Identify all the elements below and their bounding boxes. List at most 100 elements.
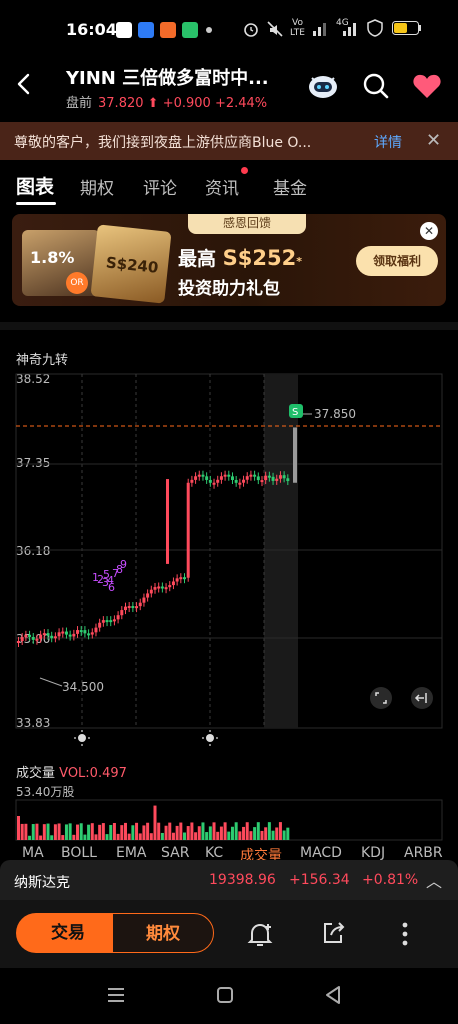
volume-bar bbox=[186, 826, 190, 840]
volume-bar bbox=[142, 825, 146, 840]
fullscreen-icon[interactable] bbox=[370, 687, 392, 709]
candle-body bbox=[146, 593, 150, 598]
candle-body bbox=[271, 476, 275, 481]
app-notification-icon bbox=[160, 22, 176, 38]
volume-bar bbox=[179, 822, 183, 840]
chevron-up-icon[interactable]: ︿ bbox=[426, 868, 442, 892]
indicator-arbr[interactable]: ARBR bbox=[404, 845, 443, 861]
sell-signal-letter: S bbox=[292, 407, 298, 418]
candle-body bbox=[123, 606, 127, 611]
candle-body bbox=[249, 474, 253, 477]
candle-body bbox=[135, 606, 139, 609]
indicator-ema[interactable]: EMA bbox=[116, 845, 147, 861]
volume-bar bbox=[190, 822, 194, 840]
premarket-shade bbox=[264, 374, 298, 728]
volume-bar bbox=[245, 822, 249, 840]
price-alert-bell-icon[interactable] bbox=[246, 920, 274, 948]
candle-body bbox=[264, 475, 268, 481]
candle-body bbox=[149, 589, 153, 594]
candle-body bbox=[76, 630, 80, 634]
more-menu-icon[interactable] bbox=[398, 920, 412, 948]
options-button[interactable]: 期权 bbox=[112, 913, 214, 953]
indicator-kc[interactable]: KC bbox=[205, 845, 223, 861]
volume-bar bbox=[219, 826, 223, 840]
indicator-boll[interactable]: BOLL bbox=[61, 845, 97, 861]
stock-title: YINN 三倍做多富时中... bbox=[66, 68, 269, 89]
volte-indicator: Vo LTE bbox=[290, 18, 305, 38]
volume-bar bbox=[112, 822, 116, 840]
volume-bar bbox=[76, 824, 80, 840]
home-icon[interactable] bbox=[216, 986, 234, 1004]
candle-body bbox=[223, 474, 227, 477]
active-tab-underline bbox=[16, 202, 56, 205]
share-icon[interactable] bbox=[320, 920, 346, 946]
volume-bar bbox=[223, 822, 227, 840]
close-icon[interactable]: ✕ bbox=[420, 222, 438, 240]
volume-bar bbox=[127, 833, 131, 840]
candle-body bbox=[68, 634, 72, 637]
volume-bar bbox=[197, 826, 201, 840]
td-label: 6 bbox=[108, 581, 115, 594]
volume-bar bbox=[242, 826, 246, 840]
session-label: 盘前 bbox=[66, 96, 93, 111]
tab-funds[interactable]: 基金 bbox=[273, 174, 307, 199]
candle-body bbox=[216, 479, 220, 483]
signal-icon bbox=[313, 23, 326, 36]
back-nav-icon[interactable] bbox=[324, 985, 342, 1005]
favorite-heart-icon[interactable] bbox=[412, 73, 442, 99]
price-change-pct: +2.44% bbox=[214, 96, 268, 111]
chart-gridlines bbox=[81, 374, 265, 728]
candle-body bbox=[94, 627, 98, 633]
tab-chart[interactable]: 图表 bbox=[16, 172, 54, 199]
reset-view-icon[interactable] bbox=[411, 687, 433, 709]
tab-options[interactable]: 期权 bbox=[80, 174, 114, 199]
indicator-ma[interactable]: MA bbox=[22, 845, 44, 861]
candle-body bbox=[42, 633, 46, 636]
candle-body bbox=[278, 475, 282, 479]
volume-bar bbox=[146, 822, 150, 840]
candle-body bbox=[153, 587, 157, 590]
volume-bar bbox=[20, 823, 24, 840]
candle-body bbox=[267, 475, 271, 478]
volume-bar bbox=[64, 824, 68, 840]
volume-bar bbox=[68, 823, 72, 840]
search-icon[interactable] bbox=[362, 72, 390, 100]
volume-bar bbox=[39, 835, 43, 840]
index-name: 纳斯达克 bbox=[14, 875, 70, 891]
recent-apps-icon[interactable] bbox=[106, 986, 126, 1004]
candle-body bbox=[53, 636, 57, 639]
close-icon[interactable]: ✕ bbox=[426, 130, 441, 151]
promo-banner[interactable]: 感恩回馈 1.8% OR S$240 最高 S$252* 投资助力礼包 领取福利… bbox=[12, 214, 446, 306]
tab-comments[interactable]: 评论 bbox=[143, 174, 177, 199]
index-ticker-bar[interactable]: 纳斯达克 19398.96 +156.34 +0.81% ︿ bbox=[0, 860, 458, 900]
volume-title: 成交量 VOL:0.497 bbox=[16, 766, 127, 781]
signal-icon bbox=[343, 23, 356, 36]
volume-bar bbox=[31, 824, 35, 840]
volume-bar bbox=[90, 823, 94, 840]
robot-assistant-icon[interactable] bbox=[306, 70, 340, 100]
candle-body bbox=[127, 606, 131, 609]
notice-details-link[interactable]: 详情 bbox=[374, 132, 402, 152]
volume-bar bbox=[160, 832, 164, 840]
candle-body bbox=[227, 474, 231, 477]
promo-headline: 最高 S$252* bbox=[178, 246, 302, 270]
candle-body bbox=[205, 476, 209, 480]
indicator-macd[interactable]: MACD bbox=[300, 845, 342, 861]
tab-news[interactable]: 资讯 bbox=[205, 174, 239, 199]
indicator-sar[interactable]: SAR bbox=[161, 845, 189, 861]
claim-reward-button[interactable]: 领取福利 bbox=[356, 246, 438, 276]
trade-button[interactable]: 交易 bbox=[16, 913, 120, 953]
candle-body bbox=[190, 479, 194, 483]
candle-body bbox=[101, 620, 105, 623]
indicator-kdj[interactable]: KDJ bbox=[361, 845, 385, 861]
volume-bar bbox=[216, 831, 220, 840]
volume-bar bbox=[57, 823, 61, 840]
candle-body bbox=[131, 606, 135, 609]
volume-bar bbox=[101, 823, 105, 840]
price-change: +0.900 bbox=[162, 96, 211, 111]
candles-group bbox=[17, 427, 297, 648]
back-arrow-icon[interactable] bbox=[12, 72, 36, 96]
volume-bar bbox=[50, 835, 54, 840]
volume-bar bbox=[249, 831, 253, 840]
volume-bar bbox=[94, 834, 98, 840]
